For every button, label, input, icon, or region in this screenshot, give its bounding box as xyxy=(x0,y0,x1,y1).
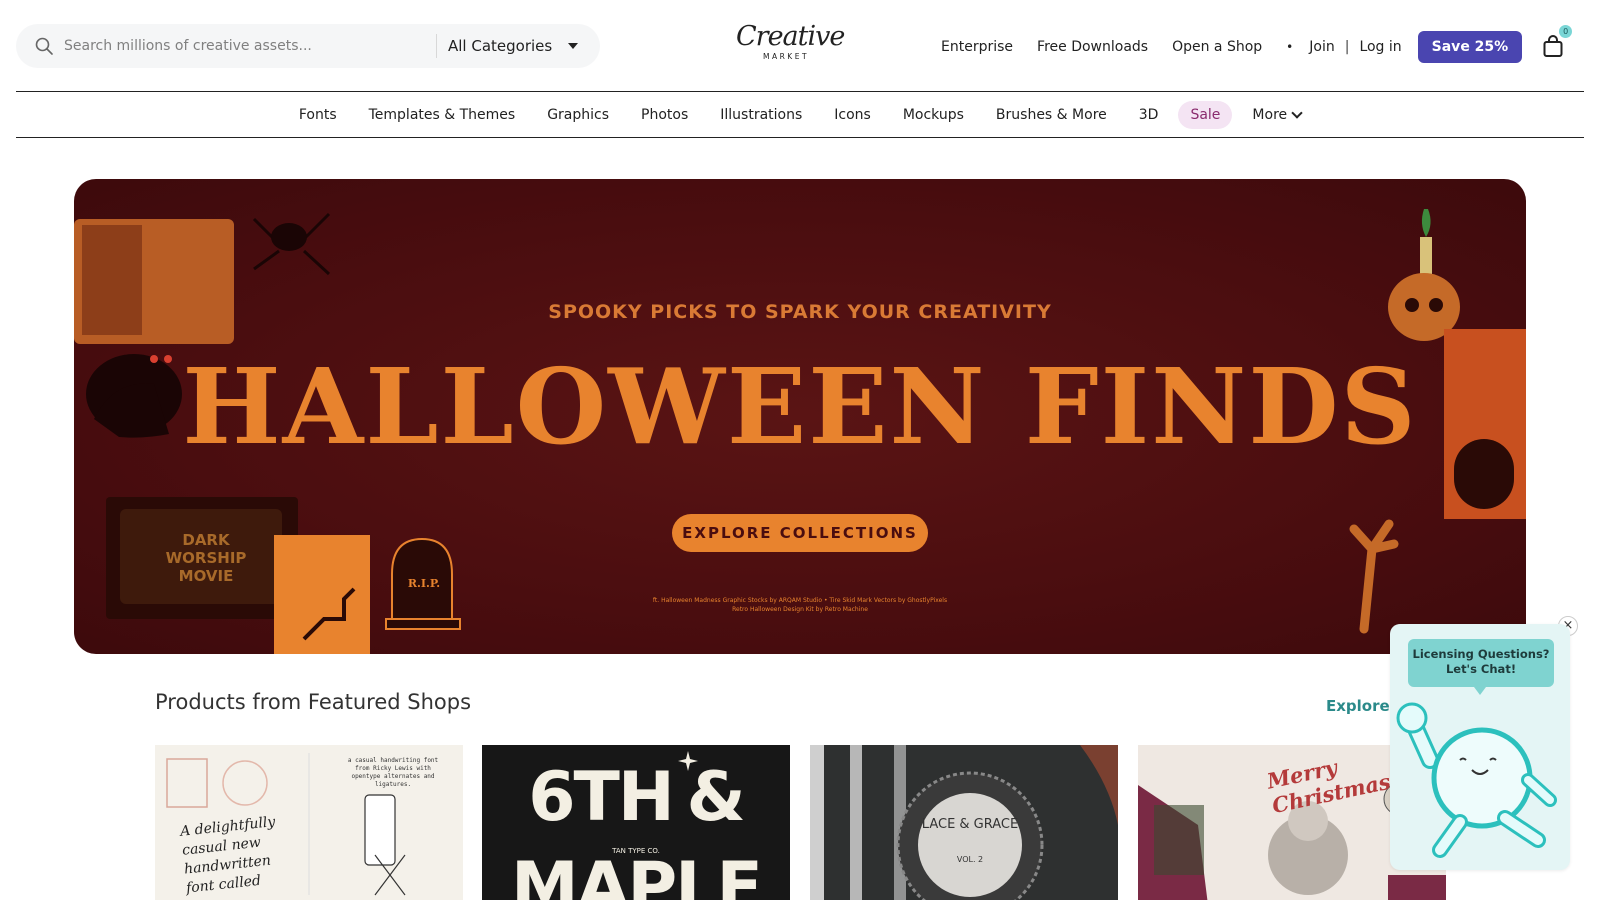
category-label: Icons xyxy=(834,106,871,123)
category-label: Templates & Themes xyxy=(368,106,516,123)
logo-wordmark: Creative xyxy=(736,21,845,52)
chat-line: Licensing Questions? xyxy=(1412,647,1550,661)
category-graphics[interactable]: Graphics xyxy=(535,101,621,129)
category-illustrations[interactable]: Illustrations xyxy=(708,101,814,129)
caret-down-icon xyxy=(568,43,579,49)
category-brushes-more[interactable]: Brushes & More xyxy=(984,101,1119,129)
category-select-label: All Categories xyxy=(448,37,553,55)
category-label: Sale xyxy=(1190,106,1221,123)
product-card-sub: VOL. 2 xyxy=(956,855,984,864)
sparkle-icon xyxy=(678,751,698,771)
hero-credits: ft. Halloween Madness Graphic Stocks by … xyxy=(74,596,1526,614)
product-card-text: 6TH & MAPLE xyxy=(511,758,763,900)
nav-bullet: • xyxy=(1286,40,1294,54)
category-select[interactable]: All Categories xyxy=(448,24,579,68)
category-3d[interactable]: 3D xyxy=(1127,101,1171,129)
featured-section-title: Products from Featured Shops xyxy=(155,690,472,714)
shopping-bag-icon xyxy=(1543,35,1563,57)
search-bar: All Categories xyxy=(16,24,600,68)
chevron-down-icon xyxy=(1291,106,1303,119)
product-card[interactable]: A delightfully casual new handwritten fo… xyxy=(155,745,463,900)
logo[interactable]: Creative MARKET xyxy=(736,21,845,68)
category-label: Illustrations xyxy=(720,106,803,123)
hero-credit-line: ft. Halloween Madness Graphic Stocks by … xyxy=(652,597,948,604)
category-label: Graphics xyxy=(547,106,610,123)
product-card[interactable]: LACE & GRACE VOL. 2 xyxy=(810,745,1118,900)
search-input[interactable] xyxy=(64,34,424,58)
category-label: More xyxy=(1252,106,1288,123)
hero-title: HALLOWEEN FINDS xyxy=(182,345,1418,468)
site-header: All Categories Creative MARKET Enterpris… xyxy=(16,0,1584,92)
category-label: 3D xyxy=(1138,106,1159,123)
product-card-text: LACE & GRACE xyxy=(921,817,1019,832)
top-nav: Enterprise Free Downloads Open a Shop • … xyxy=(941,25,1573,64)
explore-collections-button[interactable]: EXPLORE COLLECTIONS xyxy=(672,514,928,552)
product-card-brand: TAN TYPE CO. xyxy=(612,847,660,855)
hero-subtitle: SPOOKY PICKS TO SPARK YOUR CREATIVITY xyxy=(548,301,1052,323)
logo-subtext: MARKET xyxy=(762,52,810,61)
category-icons[interactable]: Icons xyxy=(822,101,883,129)
explore-featured-link[interactable]: Explore Featured Shops xyxy=(1326,697,1396,715)
search-divider xyxy=(436,34,437,58)
tombstone-text: R.I.P. xyxy=(407,577,441,590)
product-card-side-text: a casual handwriting font from Ricky Lew… xyxy=(347,757,439,788)
cart-count-badge: 0 xyxy=(1559,25,1573,38)
chat-widget[interactable]: Licensing Questions? Let's Chat! xyxy=(1390,624,1570,870)
nav-login[interactable]: Log in xyxy=(1359,39,1401,55)
category-sale[interactable]: Sale xyxy=(1178,100,1233,129)
category-more[interactable]: More xyxy=(1240,101,1313,129)
category-fonts[interactable]: Fonts xyxy=(287,101,349,129)
nav-separator: | xyxy=(1344,39,1350,55)
product-card-text: A delightfully casual new handwritten fo… xyxy=(179,813,277,897)
category-photos[interactable]: Photos xyxy=(629,101,700,129)
nav-free-downloads[interactable]: Free Downloads xyxy=(1037,39,1148,55)
movie-poster-text: DARK WORSHIP MOVIE xyxy=(165,531,247,585)
category-templates-themes[interactable]: Templates & Themes xyxy=(357,101,528,129)
nav-enterprise[interactable]: Enterprise xyxy=(941,39,1013,55)
category-label: Brushes & More xyxy=(995,106,1107,123)
hero-credit-line: Retro Halloween Design Kit by Retro Mach… xyxy=(732,606,868,613)
save-button[interactable]: Save 25% xyxy=(1417,31,1523,63)
chat-line: Let's Chat! xyxy=(1445,662,1517,676)
chat-bubble: Licensing Questions? Let's Chat! xyxy=(1408,639,1554,695)
category-nav: Fonts Templates & Themes Graphics Photos… xyxy=(16,92,1584,138)
mascot-icon xyxy=(1396,702,1557,858)
category-label: Fonts xyxy=(298,106,337,123)
category-label: Mockups xyxy=(902,106,964,123)
hero-banner[interactable]: DARK WORSHIP MOVIE R.I.P. SPOOKY PICKS T… xyxy=(74,179,1526,654)
category-label: Photos xyxy=(641,106,689,123)
nav-join[interactable]: Join xyxy=(1309,39,1334,55)
category-mockups[interactable]: Mockups xyxy=(891,101,976,129)
cart-button[interactable]: 0 xyxy=(1542,25,1573,59)
nav-open-shop[interactable]: Open a Shop xyxy=(1172,39,1262,55)
product-card[interactable]: 6TH & MAPLE TAN TYPE CO. xyxy=(482,745,790,900)
search-icon[interactable] xyxy=(34,36,54,56)
